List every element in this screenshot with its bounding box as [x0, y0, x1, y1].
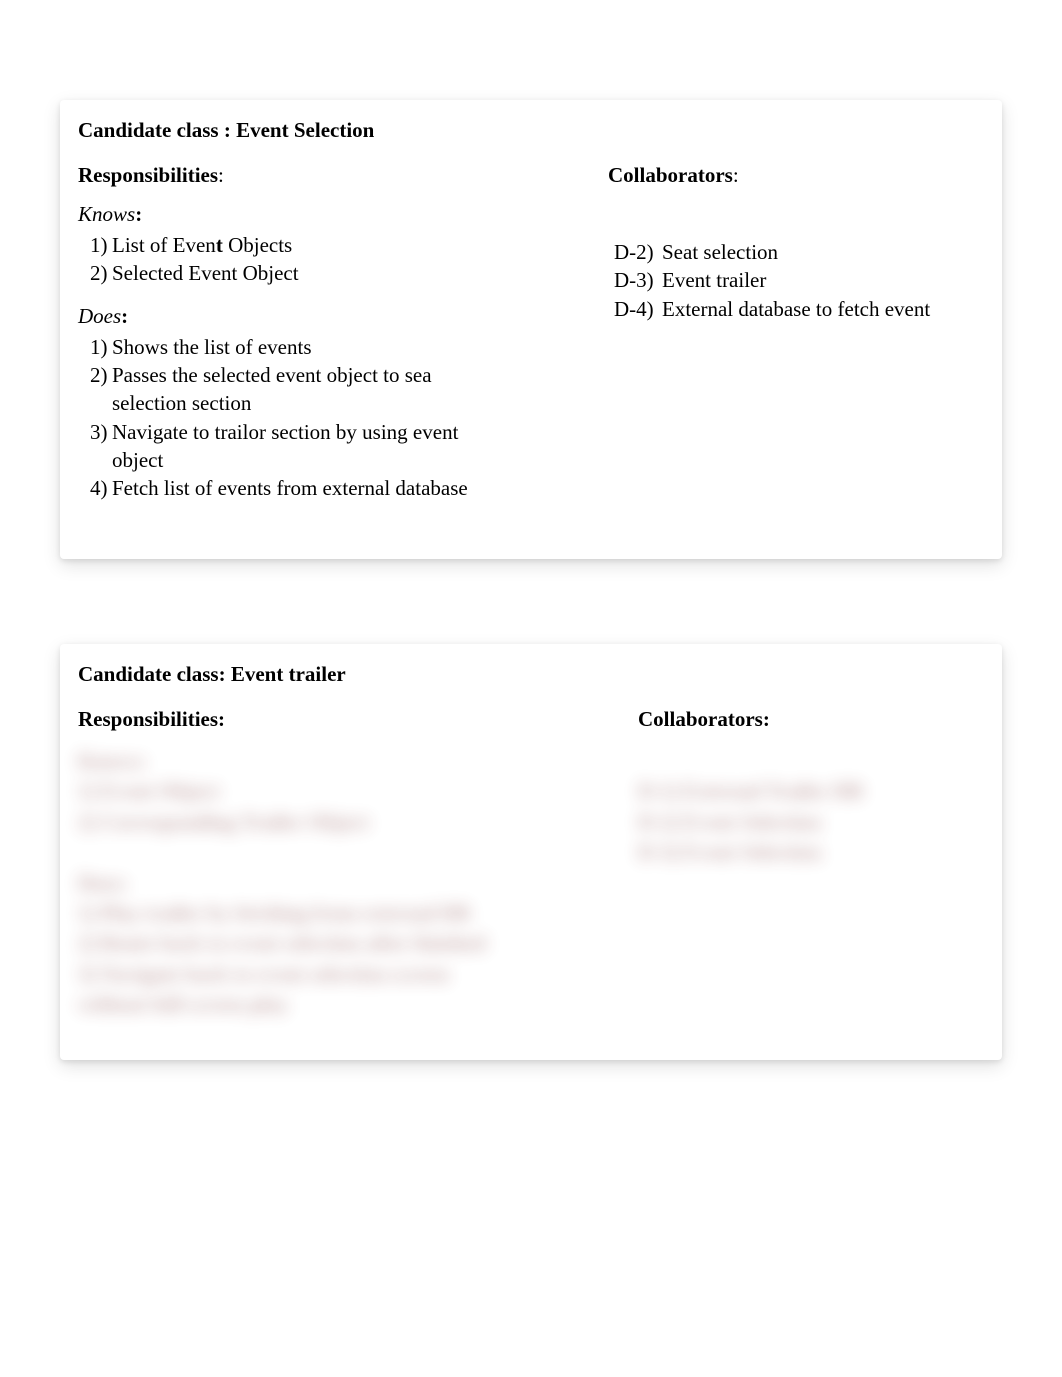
- colon: :: [733, 163, 739, 187]
- does-heading: Does:: [78, 304, 598, 329]
- title-prefix: Candidate class :: [78, 118, 236, 142]
- blur-line: Knows:: [78, 746, 638, 776]
- item-text-bold: t: [216, 233, 223, 257]
- does-list: 1) Shows the list of events 2) Passes th…: [78, 333, 598, 503]
- blur-line: [638, 746, 984, 776]
- item-number: 2): [90, 361, 108, 389]
- list-item: 2) Passes the selected event object to s…: [112, 361, 598, 418]
- card-title: Candidate class: Event trailer: [78, 662, 984, 687]
- list-item: 1) List of Event Objects: [112, 231, 598, 259]
- item-text-b: Objects: [223, 233, 292, 257]
- spacer: [608, 202, 984, 238]
- item-number: 1): [90, 333, 108, 361]
- blur-line: without full screen play: [78, 989, 638, 1019]
- item-text: Selected Event Object: [112, 261, 299, 285]
- blur-line: D-1) External Trailer DB: [638, 776, 984, 806]
- collab-tag: D-4): [614, 295, 662, 323]
- blur-line: [78, 837, 638, 867]
- list-item: 2) Selected Event Object: [112, 259, 598, 287]
- responsibilities-column: Responsibilities: Knows: 1) Event Object…: [78, 707, 638, 1020]
- item-number: 3): [90, 418, 108, 446]
- collab-text: External database to fetch event: [662, 295, 930, 323]
- item-number: 2): [90, 259, 108, 287]
- collab-tag: D-3): [614, 266, 662, 294]
- responsibilities-heading: Responsibilities:: [78, 163, 598, 188]
- list-item: D-2) Seat selection: [614, 238, 984, 266]
- blur-line: 2) Corresponding Trailer Object: [78, 807, 638, 837]
- blur-line: 1) Play trailer by fetching from externa…: [78, 898, 638, 928]
- collaborators-heading: Collaborators:: [638, 707, 984, 732]
- item-text: Navigate to trailor section by using eve…: [112, 420, 458, 472]
- list-item: D-3) Event trailer: [614, 266, 984, 294]
- blur-line: 3) Navigate back to event selection scre…: [78, 959, 638, 989]
- list-item: 1) Shows the list of events: [112, 333, 598, 361]
- bold-colon: :: [121, 304, 128, 328]
- blur-line: Does:: [78, 868, 638, 898]
- list-item: 4) Fetch list of events from external da…: [112, 474, 598, 502]
- collaborators-list: D-2) Seat selection D-3) Event trailer D…: [608, 238, 984, 323]
- responsibilities-heading: Responsibilities:: [78, 707, 638, 732]
- list-item: D-4) External database to fetch event: [614, 295, 984, 323]
- blur-line: D-3) Event Selection: [638, 837, 984, 867]
- blur-line: 1) Event Object: [78, 776, 638, 806]
- responsibilities-label: Responsibilities: [78, 163, 218, 187]
- title-class-name: Event Selection: [236, 118, 374, 142]
- card-columns: Responsibilities: Knows: 1) List of Even…: [78, 163, 984, 519]
- collaborators-label: Collaborators: [608, 163, 733, 187]
- item-number: 4): [90, 474, 108, 502]
- knows-label: Knows: [78, 202, 135, 226]
- list-item: 3) Navigate to trailor section by using …: [112, 418, 598, 475]
- item-text: Shows the list of events: [112, 335, 312, 359]
- blur-line: 2) Route back to event selection after f…: [78, 928, 638, 958]
- crc-card-event-trailer: Candidate class: Event trailer Responsib…: [60, 644, 1002, 1060]
- item-text: Fetch list of events from external datab…: [112, 476, 468, 500]
- card-columns: Responsibilities: Knows: 1) Event Object…: [78, 707, 984, 1020]
- collaborators-column: Collaborators: D-2) Seat selection D-3) …: [608, 163, 984, 519]
- collab-text: Event trailer: [662, 266, 766, 294]
- blurred-content: D-1) External Trailer DB D-2) Event Sele…: [638, 746, 984, 868]
- crc-card-event-selection: Candidate class : Event Selection Respon…: [60, 100, 1002, 559]
- card-title: Candidate class : Event Selection: [78, 118, 984, 143]
- item-text: Passes the selected event object to sea …: [112, 363, 432, 415]
- collab-text: Seat selection: [662, 238, 778, 266]
- item-number: 1): [90, 231, 108, 259]
- item-text-a: List of Even: [112, 233, 216, 257]
- collab-tag: D-2): [614, 238, 662, 266]
- responsibilities-column: Responsibilities: Knows: 1) List of Even…: [78, 163, 608, 519]
- collaborators-column: Collaborators: D-1) External Trailer DB …: [638, 707, 984, 1020]
- collaborators-label: Collaborators:: [638, 707, 770, 731]
- colon: :: [218, 163, 224, 187]
- bold-colon: :: [135, 202, 142, 226]
- knows-heading: Knows:: [78, 202, 598, 227]
- responsibilities-label: Responsibilities:: [78, 707, 225, 731]
- collaborators-heading: Collaborators:: [608, 163, 984, 188]
- knows-list: 1) List of Event Objects 2) Selected Eve…: [78, 231, 598, 288]
- blurred-content: Knows: 1) Event Object 2) Corresponding …: [78, 746, 638, 1020]
- blur-line: D-2) Event Selection: [638, 807, 984, 837]
- does-label: Does: [78, 304, 121, 328]
